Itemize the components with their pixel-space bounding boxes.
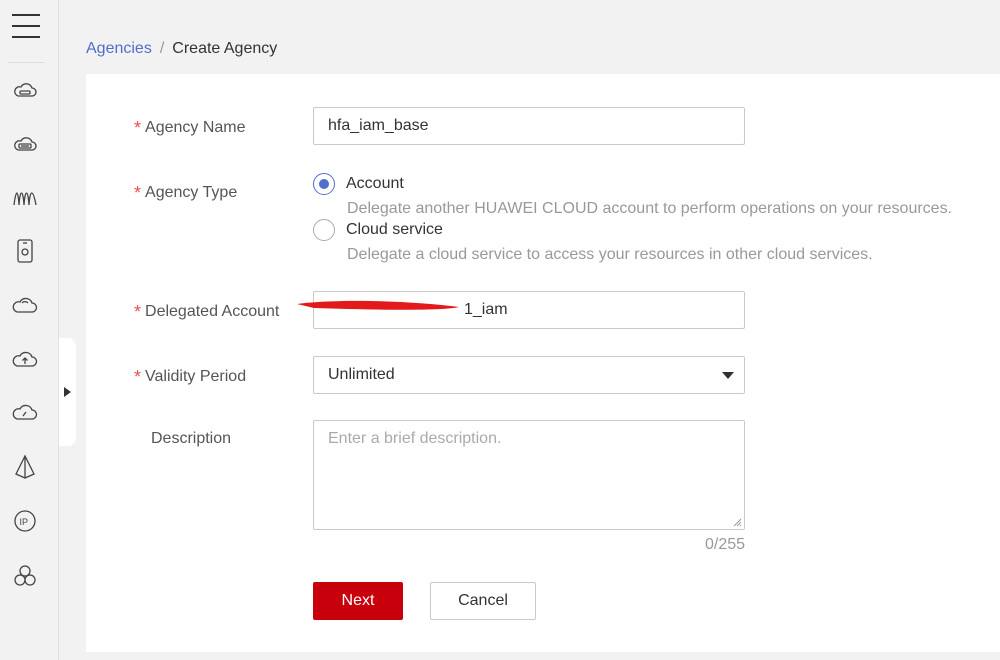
validity-period-select[interactable]: Unlimited xyxy=(313,356,745,394)
radio-description: Delegate another HUAWEI CLOUD account to… xyxy=(347,200,953,217)
cloud-storage-icon[interactable] xyxy=(10,130,40,160)
validity-period-value: Unlimited xyxy=(328,366,395,383)
network-waves-icon[interactable] xyxy=(10,183,40,213)
create-agency-form: * Agency Name hfa_iam_base * Agency Type A… xyxy=(86,74,1000,652)
agency-name-label: * Agency Name xyxy=(134,118,246,138)
breadcrumb-separator: / xyxy=(159,40,165,57)
delegated-account-label: * Delegated Account xyxy=(134,302,280,322)
required-mark: * xyxy=(134,118,142,138)
agency-type-label: * Agency Type xyxy=(134,183,238,203)
character-counter: 0/255 xyxy=(705,536,746,553)
required-mark: * xyxy=(134,302,142,322)
next-button[interactable]: Next xyxy=(313,582,403,620)
cancel-button[interactable]: Cancel xyxy=(430,582,536,620)
cloud-outline-icon[interactable] xyxy=(10,291,40,321)
caret-right-icon xyxy=(64,387,71,397)
agency-name-input[interactable]: hfa_iam_base xyxy=(313,107,745,145)
pyramid-icon[interactable] xyxy=(10,452,40,482)
radio-label: Cloud service xyxy=(346,221,443,238)
caret-down-icon xyxy=(722,372,734,379)
menu-icon[interactable] xyxy=(12,14,40,42)
radio-label: Account xyxy=(346,175,404,192)
breadcrumb: Agencies / Create Agency xyxy=(86,40,277,58)
cloud-gauge-icon[interactable] xyxy=(10,398,40,428)
description-placeholder: Enter a brief description. xyxy=(328,430,502,447)
agency-type-account-radio[interactable]: Account xyxy=(313,173,404,195)
breadcrumb-agencies-link[interactable]: Agencies xyxy=(86,40,152,57)
sidebar-divider xyxy=(8,62,44,63)
cloud-server-icon[interactable] xyxy=(10,76,40,106)
sidebar: IP xyxy=(0,0,59,660)
svg-text:IP: IP xyxy=(20,517,29,527)
radio-checked-icon xyxy=(313,173,335,195)
breadcrumb-current: Create Agency xyxy=(172,40,278,57)
description-textarea[interactable]: Enter a brief description. xyxy=(313,420,745,530)
cloud-upload-icon[interactable] xyxy=(10,345,40,375)
resize-grip-icon[interactable] xyxy=(733,518,742,527)
radio-description: Delegate a cloud service to access your … xyxy=(347,246,873,263)
phone-device-icon[interactable] xyxy=(10,236,40,266)
sidebar-collapse-toggle[interactable] xyxy=(59,338,76,446)
radio-unchecked-icon xyxy=(313,219,335,241)
validity-period-label: * Validity Period xyxy=(134,367,247,387)
ip-icon[interactable]: IP xyxy=(10,506,40,536)
description-label: Description xyxy=(151,430,232,447)
required-mark: * xyxy=(134,183,142,203)
delegated-account-input[interactable]: 1_iam xyxy=(313,291,745,329)
agency-type-cloud-service-radio[interactable]: Cloud service xyxy=(313,219,443,241)
required-mark: * xyxy=(134,367,142,387)
cluster-icon[interactable] xyxy=(10,561,40,591)
